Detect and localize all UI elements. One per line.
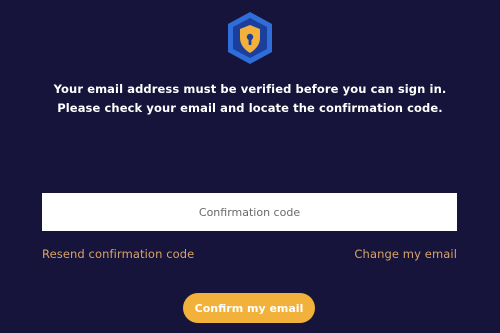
verification-message: Your email address must be verified befo… — [0, 80, 500, 118]
confirm-email-button[interactable]: Confirm my email — [183, 293, 315, 323]
verification-message-line-1: Your email address must be verified befo… — [53, 82, 447, 96]
verification-message-line-2: Please check your email and locate the c… — [57, 101, 443, 115]
confirmation-code-input[interactable] — [42, 193, 457, 231]
email-verification-screen: Your email address must be verified befo… — [0, 0, 500, 333]
resend-confirmation-code-link[interactable]: Resend confirmation code — [42, 247, 194, 261]
shield-lock-icon — [225, 10, 275, 66]
change-email-link[interactable]: Change my email — [354, 247, 457, 261]
